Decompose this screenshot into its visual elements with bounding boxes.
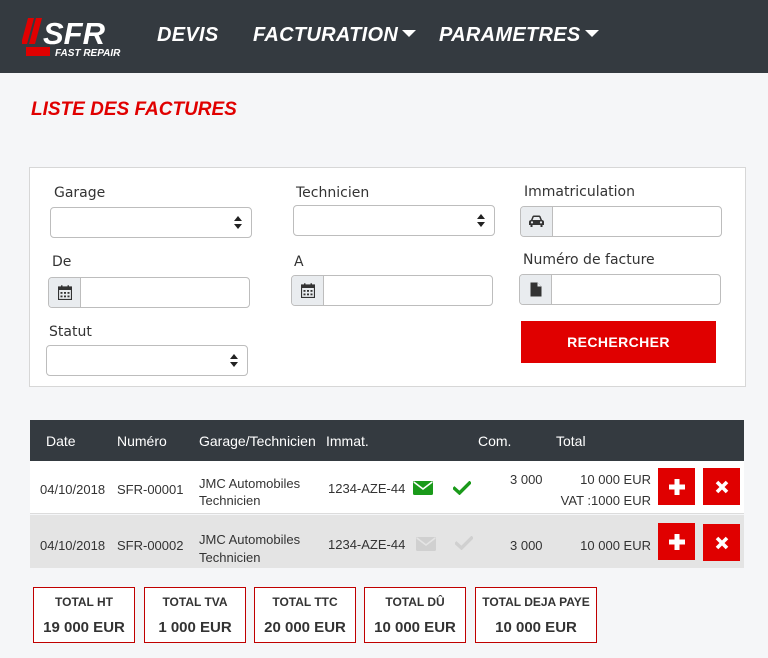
- statut-label: Statut: [49, 324, 92, 340]
- row-total: 10 000 EUR: [580, 472, 651, 487]
- row-technicien: Technicien: [199, 493, 261, 508]
- add-button[interactable]: [658, 523, 695, 560]
- select-arrows-icon: [477, 214, 485, 227]
- a-label: A: [294, 254, 304, 270]
- close-icon: [715, 480, 728, 493]
- nav-devis[interactable]: DEVIS: [157, 24, 219, 47]
- col-com[interactable]: Com.: [478, 433, 511, 449]
- close-icon: [715, 536, 728, 549]
- total-du-value: 10 000 EUR: [374, 619, 456, 636]
- row-date: 04/10/2018: [40, 538, 106, 553]
- total-deja-paye-label: TOTAL DEJA PAYE: [482, 595, 590, 609]
- col-immat[interactable]: Immat.: [326, 433, 369, 449]
- row-garage: JMC Automobiles: [199, 532, 301, 547]
- garage-label: Garage: [54, 185, 106, 201]
- svg-text:FAST REPAIR: FAST REPAIR: [55, 48, 121, 59]
- total-ttc-value: 20 000 EUR: [264, 619, 346, 636]
- total-ht-label: TOTAL HT: [55, 595, 113, 609]
- immatriculation-label: Immatriculation: [524, 184, 635, 200]
- nav-parametres-label: PARAMETRES: [439, 24, 581, 46]
- nav-devis-label: DEVIS: [157, 24, 219, 46]
- plus-icon: [668, 533, 685, 550]
- navbar: SFR FAST REPAIR DEVIS FACTURATION PARAME…: [0, 0, 768, 73]
- row-immat: 1234-AZE-44: [328, 537, 406, 552]
- file-icon: [520, 275, 552, 304]
- total-du-label: TOTAL DÛ: [385, 595, 445, 609]
- total-tva-label: TOTAL TVA: [162, 595, 228, 609]
- check-icon[interactable]: [452, 480, 472, 498]
- add-button[interactable]: [658, 468, 695, 505]
- col-numero[interactable]: Numéro: [117, 433, 167, 449]
- date-from-input[interactable]: [48, 277, 250, 308]
- table-row[interactable]: 04/10/2018 SFR-00001 JMC Automobiles Tec…: [30, 461, 744, 514]
- col-date[interactable]: Date: [46, 433, 76, 449]
- calendar-icon: [49, 278, 81, 307]
- technicien-select[interactable]: [293, 205, 495, 236]
- calendar-icon: [292, 276, 324, 305]
- sfr-logo[interactable]: SFR FAST REPAIR: [22, 14, 128, 60]
- numero-facture-label: Numéro de facture: [523, 252, 655, 268]
- car-icon: [521, 207, 553, 236]
- garage-select[interactable]: [50, 207, 252, 238]
- envelope-icon[interactable]: [413, 481, 433, 498]
- total-ht-box: TOTAL HT 19 000 EUR: [33, 587, 135, 643]
- plus-icon: [668, 478, 685, 495]
- search-button[interactable]: RECHERCHER: [521, 321, 716, 363]
- total-ht-value: 19 000 EUR: [43, 619, 125, 636]
- svg-text:SFR: SFR: [43, 16, 106, 51]
- row-numero: SFR-00001: [117, 482, 184, 497]
- caret-down-icon: [584, 30, 599, 38]
- table-header: Date Numéro Garage/Technicien Immat. Com…: [30, 420, 744, 461]
- select-arrows-icon: [234, 216, 242, 229]
- row-total: 10 000 EUR: [580, 538, 651, 553]
- row-garage: JMC Automobiles: [199, 476, 301, 491]
- total-ttc-label: TOTAL TTC: [272, 595, 338, 609]
- row-immat: 1234-AZE-44: [328, 481, 406, 496]
- de-label: De: [52, 254, 72, 270]
- caret-down-icon: [402, 30, 417, 38]
- row-date: 04/10/2018: [40, 482, 106, 497]
- delete-button[interactable]: [703, 524, 740, 561]
- envelope-icon[interactable]: [416, 537, 436, 554]
- total-du-box: TOTAL DÛ 10 000 EUR: [364, 587, 466, 643]
- total-tva-box: TOTAL TVA 1 000 EUR: [144, 587, 246, 643]
- nav-parametres[interactable]: PARAMETRES: [439, 24, 599, 47]
- table-row[interactable]: 04/10/2018 SFR-00002 JMC Automobiles Tec…: [30, 515, 744, 568]
- numero-facture-input[interactable]: [519, 274, 721, 305]
- immatriculation-input[interactable]: [520, 206, 722, 237]
- date-to-input[interactable]: [291, 275, 493, 306]
- total-deja-paye-value: 10 000 EUR: [495, 619, 577, 636]
- row-numero: SFR-00002: [117, 538, 184, 553]
- nav-facturation[interactable]: FACTURATION: [253, 24, 417, 47]
- row-com: 3 000: [510, 538, 543, 553]
- row-technicien: Technicien: [199, 550, 261, 565]
- col-garage[interactable]: Garage/Technicien: [199, 433, 316, 449]
- statut-select[interactable]: [46, 345, 248, 376]
- row-vat: VAT :1000 EUR: [560, 493, 651, 508]
- row-com: 3 000: [510, 472, 543, 487]
- page-title: LISTE DES FACTURES: [31, 99, 237, 120]
- technicien-label: Technicien: [296, 185, 370, 201]
- select-arrows-icon: [230, 354, 238, 367]
- col-total[interactable]: Total: [556, 433, 586, 449]
- total-ttc-box: TOTAL TTC 20 000 EUR: [254, 587, 356, 643]
- total-deja-paye-box: TOTAL DEJA PAYE 10 000 EUR: [475, 587, 597, 643]
- delete-button[interactable]: [703, 468, 740, 505]
- check-icon[interactable]: [454, 535, 474, 553]
- nav-facturation-label: FACTURATION: [253, 24, 399, 46]
- total-tva-value: 1 000 EUR: [158, 619, 232, 636]
